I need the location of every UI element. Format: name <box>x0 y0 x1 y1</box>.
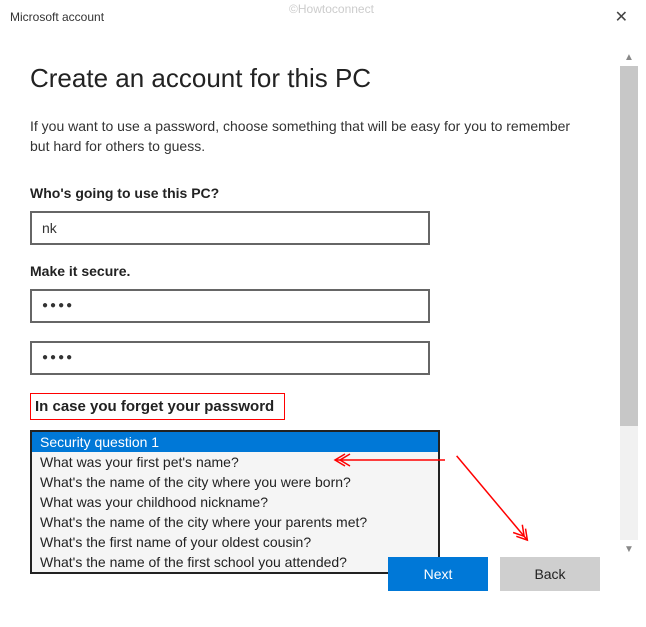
forgot-password-highlight: In case you forget your password <box>30 393 285 420</box>
password-input[interactable]: ●●●● <box>30 289 430 323</box>
dropdown-option[interactable]: What's the name of the city where your p… <box>32 512 438 532</box>
username-value: nk <box>42 220 57 236</box>
watermark-text: ©Howtoconnect <box>289 2 374 16</box>
password-mask: ●●●● <box>42 300 74 311</box>
vertical-scrollbar[interactable]: ▲ ▼ <box>620 48 638 558</box>
back-button[interactable]: Back <box>500 557 600 591</box>
forgot-password-label: In case you forget your password <box>31 394 278 419</box>
next-button[interactable]: Next <box>388 557 488 591</box>
window-title: Microsoft account <box>10 10 104 24</box>
scrollbar-thumb[interactable] <box>620 66 638 426</box>
annotation-arrow-icon <box>330 450 450 470</box>
annotation-arrow-icon <box>446 446 538 551</box>
footer-buttons: Next Back <box>388 557 600 591</box>
close-icon[interactable]: ✕ <box>607 5 636 29</box>
username-label: Who's going to use this PC? <box>30 185 606 201</box>
confirm-mask: ●●●● <box>42 352 74 363</box>
dropdown-option[interactable]: What's the name of the first school you … <box>32 552 438 572</box>
scrollbar-track[interactable] <box>620 66 638 540</box>
dropdown-option[interactable]: Security question 1 <box>32 432 438 452</box>
main-content: Create an account for this PC If you wan… <box>0 28 646 608</box>
page-description: If you want to use a password, choose so… <box>30 116 590 157</box>
dropdown-option[interactable]: What's the first name of your oldest cou… <box>32 532 438 552</box>
scroll-up-icon[interactable]: ▲ <box>620 48 638 66</box>
confirm-password-input[interactable]: ●●●● <box>30 341 430 375</box>
dropdown-option[interactable]: What was your childhood nickname? <box>32 492 438 512</box>
scroll-down-icon[interactable]: ▼ <box>620 540 638 558</box>
secure-label: Make it secure. <box>30 263 606 279</box>
username-input[interactable]: nk <box>30 211 430 245</box>
page-title: Create an account for this PC <box>30 63 606 94</box>
dropdown-option[interactable]: What's the name of the city where you we… <box>32 472 438 492</box>
